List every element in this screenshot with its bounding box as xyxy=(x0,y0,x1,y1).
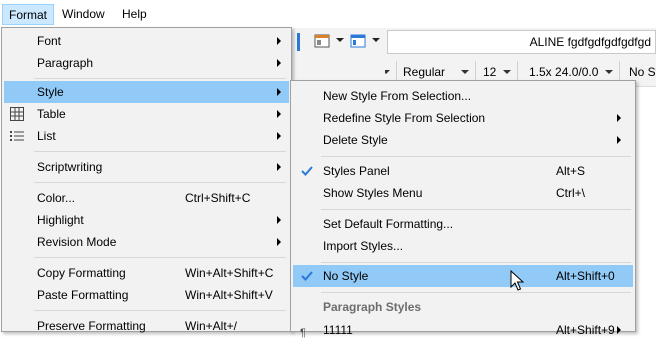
menu-item-new-style[interactable]: New Style From Selection... xyxy=(293,85,633,107)
menu-item-redefine-style[interactable]: Redefine Style From Selection xyxy=(293,107,633,129)
menu-item-paragraph[interactable]: Paragraph xyxy=(4,52,289,74)
mouse-pointer-icon xyxy=(510,270,524,291)
menu-separator xyxy=(34,257,286,258)
menu-item-label: Table xyxy=(37,107,66,121)
menu-item-copy-formatting[interactable]: Copy Formatting Win+Alt+Shift+C xyxy=(4,262,289,284)
menu-separator xyxy=(34,182,286,183)
menu-item-label: Set Default Formatting... xyxy=(323,217,454,231)
font-style-value: Regular xyxy=(403,65,446,79)
submenu-arrow-icon xyxy=(277,163,281,171)
submenu-arrow-icon xyxy=(277,37,281,45)
list-icon xyxy=(10,131,24,141)
menu-item-styles-panel[interactable]: Styles Panel Alt+S xyxy=(293,160,633,182)
menu-item-import-styles[interactable]: Import Styles... xyxy=(293,235,633,257)
format-menu: Font Paragraph Style Table List Scriptwr… xyxy=(1,27,292,333)
submenu-arrow-icon xyxy=(617,136,621,144)
menu-item-show-styles-menu[interactable]: Show Styles Menu Ctrl+\ xyxy=(293,182,633,204)
menu-format[interactable]: Format xyxy=(2,4,55,25)
menu-item-label: Scriptwriting xyxy=(37,160,103,174)
menu-item-shortcut: Win+Alt+Shift+V xyxy=(185,288,273,302)
menu-item-color[interactable]: Color... Ctrl+Shift+C xyxy=(4,187,289,209)
table-icon xyxy=(10,107,24,121)
menu-item-set-default-formatting[interactable]: Set Default Formatting... xyxy=(293,213,633,235)
menu-item-no-style[interactable]: No Style Alt+Shift+0 xyxy=(293,265,633,287)
submenu-arrow-icon xyxy=(277,216,281,224)
submenu-arrow-icon xyxy=(277,59,281,67)
chevron-down-icon xyxy=(605,70,613,74)
font-size-value: 12 xyxy=(483,65,497,79)
menu-item-shortcut: Ctrl+\ xyxy=(556,186,586,200)
checkmark-icon xyxy=(301,271,313,281)
menu-item-font[interactable]: Font xyxy=(4,30,289,52)
menu-item-label: Highlight xyxy=(37,213,84,227)
menu-separator xyxy=(34,151,286,152)
menu-item-label: Color... xyxy=(37,191,76,205)
menu-item-label: Style xyxy=(37,85,64,99)
menu-item-label: Revision Mode xyxy=(37,235,117,249)
menu-separator xyxy=(321,209,631,210)
menu-item-label: No Style xyxy=(323,269,369,283)
menu-separator xyxy=(321,156,631,157)
menu-item-delete-style[interactable]: Delete Style xyxy=(293,129,633,151)
document-title-field[interactable]: ALINE fgdfgdfgdfgdfgd xyxy=(387,30,656,54)
submenu-arrow-icon xyxy=(277,110,281,118)
menu-separator xyxy=(321,292,631,293)
menu-item-label: Copy Formatting xyxy=(37,266,126,280)
menu-item-highlight[interactable]: Highlight xyxy=(4,209,289,231)
menu-separator xyxy=(34,78,286,79)
menu-item-shortcut: Ctrl+Shift+C xyxy=(185,191,251,205)
line-spacing-value: 1.5x 24.0/0.0 xyxy=(529,65,599,79)
menu-item-shortcut: Alt+S xyxy=(556,164,586,178)
view-icon[interactable] xyxy=(350,33,366,49)
menu-item-label: New Style From Selection... xyxy=(323,89,472,103)
toolbar-edge-icon xyxy=(297,33,300,51)
menu-item-label: Delete Style xyxy=(323,133,388,147)
menu-item-label: Preserve Formatting xyxy=(37,319,146,333)
chevron-down-icon xyxy=(503,70,511,74)
layout-icon[interactable] xyxy=(314,33,330,49)
menu-item-label: Import Styles... xyxy=(323,239,404,253)
menu-item-label: Redefine Style From Selection xyxy=(323,111,486,125)
submenu-arrow-icon xyxy=(277,238,281,246)
submenu-arrow-icon xyxy=(617,326,621,334)
pilcrow-icon: ¶ xyxy=(300,327,306,339)
menu-item-label: List xyxy=(37,129,56,143)
menu-item-shortcut: Alt+Shift+9 xyxy=(556,323,615,337)
menu-item-table[interactable]: Table xyxy=(4,103,289,125)
menu-item-shortcut: Win+Alt+Shift+C xyxy=(185,266,274,280)
menu-item-label: Font xyxy=(37,34,62,48)
menu-item-label: Paste Formatting xyxy=(37,288,129,302)
chevron-down-icon xyxy=(461,70,469,74)
menu-item-list[interactable]: List xyxy=(4,125,289,147)
menu-bar: Format Window Help xyxy=(0,0,656,28)
view-dropdown-icon[interactable] xyxy=(372,38,380,42)
submenu-arrow-icon xyxy=(617,114,621,122)
menu-window[interactable]: Window xyxy=(56,4,111,25)
submenu-arrow-icon xyxy=(277,88,281,96)
menu-item-paragraph-style[interactable]: ¶ 11111 Alt+Shift+9 xyxy=(293,319,633,341)
menu-item-paste-formatting[interactable]: Paste Formatting Win+Alt+Shift+V xyxy=(4,284,289,306)
style-submenu: New Style From Selection... Redefine Sty… xyxy=(290,80,636,339)
paragraph-styles-header: Paragraph Styles xyxy=(323,300,422,314)
menu-item-label: 11111 xyxy=(323,323,353,337)
menu-item-shortcut: Win+Alt+/ xyxy=(185,319,238,333)
layout-dropdown-icon[interactable] xyxy=(336,38,344,42)
menu-item-label: Paragraph xyxy=(37,56,94,70)
menu-separator xyxy=(34,310,286,311)
submenu-arrow-icon xyxy=(277,132,281,140)
menu-item-revision-mode[interactable]: Revision Mode xyxy=(4,231,289,253)
menu-item-shortcut: Alt+Shift+0 xyxy=(556,269,615,283)
menu-item-preserve-formatting[interactable]: Preserve Formatting Win+Alt+/ xyxy=(4,315,289,337)
menu-item-scriptwriting[interactable]: Scriptwriting xyxy=(4,156,289,178)
menu-separator xyxy=(321,262,631,263)
menu-item-label: Styles Panel xyxy=(323,164,390,178)
style-name-value: No Style xyxy=(629,65,656,79)
menu-item-style[interactable]: Style xyxy=(4,81,289,103)
menu-help[interactable]: Help xyxy=(116,4,153,25)
checkmark-icon xyxy=(301,166,313,176)
menu-item-label: Show Styles Menu xyxy=(323,186,423,200)
